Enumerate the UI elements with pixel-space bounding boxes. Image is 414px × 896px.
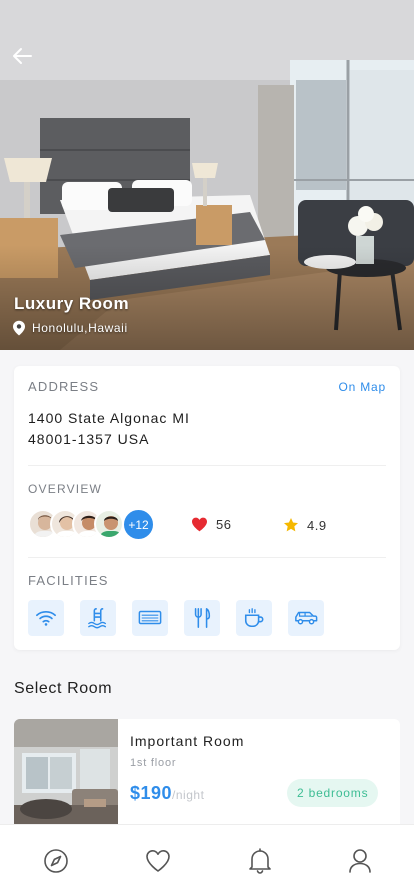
likes-count: 56 [216,517,232,532]
location: Honolulu,Hawaii [12,320,128,336]
address-label: ADDRESS [28,379,100,394]
location-pin-icon [13,320,25,336]
select-room-heading: Select Room [14,680,113,697]
facility-pool[interactable] [80,600,116,636]
guest-avatars[interactable]: +12 [28,508,168,541]
price-value: $190 [130,783,173,803]
rating-stat: 4.9 [283,517,327,533]
location-text: Honolulu,Hawaii [32,321,128,335]
room-title: Luxury Room [14,294,130,313]
price-unit: /night [172,788,205,802]
facilities-list [28,600,324,636]
room-name: Important Room [130,733,245,749]
likes-stat[interactable]: 56 [191,517,231,532]
address-text: 1400 State Algonac MI 48001-1357 USA [28,408,190,450]
facility-coffee[interactable] [236,600,272,636]
on-map-link[interactable]: On Map [339,380,387,394]
car-icon [295,611,318,625]
facility-restaurant[interactable] [184,600,220,636]
room-floor: 1st floor [130,757,177,769]
divider [28,465,386,466]
nav-notifications[interactable] [246,847,274,875]
heart-icon [192,517,207,532]
nav-profile[interactable] [346,847,374,875]
more-guests-badge[interactable]: +12 [122,508,155,541]
hero-image: Luxury Room Honolulu,Hawaii [0,0,414,350]
room-card[interactable]: Important Room 1st floor $190/night 2 be… [14,719,400,829]
nav-explore[interactable] [42,847,70,875]
bell-icon [249,848,271,874]
facility-air-conditioner[interactable] [132,600,168,636]
nav-favorites[interactable] [144,847,172,875]
room-thumbnail [14,719,118,829]
address-line-1: 1400 State Algonac MI [28,410,190,426]
facility-car[interactable] [288,600,324,636]
address-line-2: 48001-1357 USA [28,431,150,447]
bottom-nav [0,824,414,896]
facilities-label: FACILITIES [28,573,109,588]
details-card: ADDRESS On Map 1400 State Algonac MI 480… [14,366,400,650]
coffee-icon [244,608,264,628]
back-button[interactable] [10,44,36,70]
star-icon [284,518,298,532]
avatar [94,509,124,539]
compass-icon [44,849,68,873]
facility-wifi[interactable] [28,600,64,636]
profile-icon [349,849,371,873]
divider [28,557,386,558]
restaurant-icon [194,608,211,628]
pool-icon [88,608,107,629]
bedrooms-badge: 2 bedrooms [287,779,379,807]
rating-value: 4.9 [307,517,327,533]
overview-label: OVERVIEW [28,482,103,496]
wifi-icon [36,610,56,626]
room-price: $190/night [130,783,204,804]
arrow-left-icon [13,48,32,64]
air-conditioner-icon [138,610,162,625]
heart-icon [146,850,170,872]
